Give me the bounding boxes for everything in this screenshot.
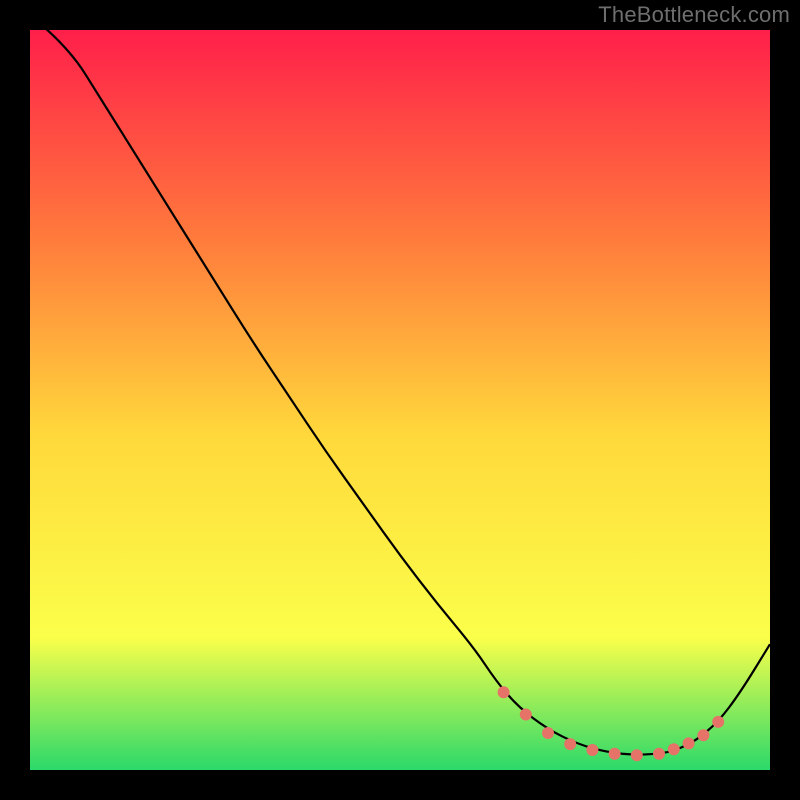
sweet-spot-dot: [498, 686, 510, 698]
sweet-spot-dot: [668, 743, 680, 755]
gradient-background: [30, 30, 770, 770]
chart-svg: [30, 30, 770, 770]
watermark-text: TheBottleneck.com: [598, 2, 790, 28]
sweet-spot-dot: [542, 727, 554, 739]
chart-frame: TheBottleneck.com: [0, 0, 800, 800]
sweet-spot-dot: [520, 709, 532, 721]
plot-area: [30, 30, 770, 770]
sweet-spot-dot: [586, 744, 598, 756]
sweet-spot-dot: [697, 729, 709, 741]
sweet-spot-dot: [609, 748, 621, 760]
sweet-spot-dot: [683, 737, 695, 749]
sweet-spot-dot: [653, 748, 665, 760]
sweet-spot-dot: [712, 716, 724, 728]
sweet-spot-dot: [564, 738, 576, 750]
sweet-spot-dot: [631, 749, 643, 761]
